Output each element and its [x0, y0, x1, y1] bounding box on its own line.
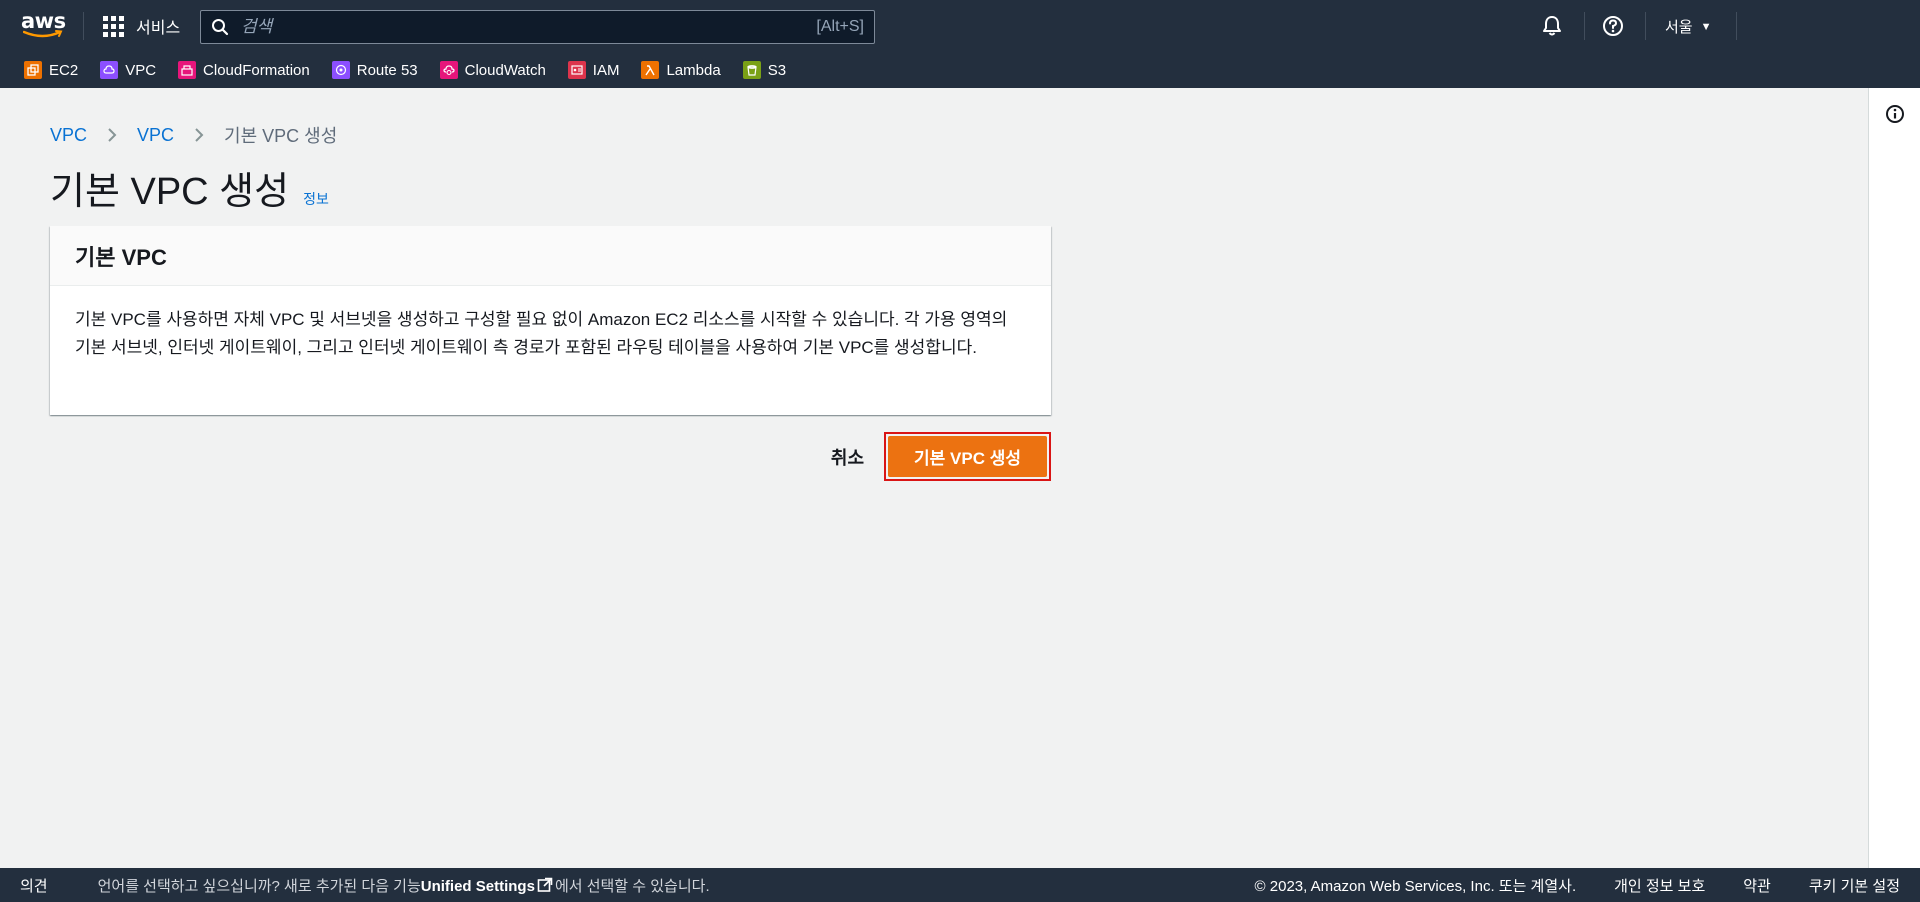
grid-icon	[103, 15, 124, 37]
search-box[interactable]: [Alt+S]	[200, 10, 875, 44]
info-panel-button[interactable]	[1885, 104, 1905, 129]
favorite-label: VPC	[125, 61, 157, 79]
create-default-vpc-button[interactable]: 기본 VPC 생성	[888, 436, 1047, 477]
cookie-preferences-link[interactable]: 쿠키 기본 설정	[1809, 875, 1900, 896]
aws-logo[interactable]: aws	[21, 9, 66, 41]
panel-description: 기본 VPC를 사용하면 자체 VPC 및 서브넷을 생성하고 구성할 필요 없…	[75, 310, 1008, 357]
unified-settings-link[interactable]: Unified Settings	[421, 878, 535, 895]
services-label: 서비스	[136, 20, 181, 37]
info-icon	[1886, 105, 1904, 123]
bell-icon	[1543, 16, 1561, 36]
nav-divider	[83, 12, 84, 40]
region-label: 서울	[1665, 19, 1693, 36]
page-title: 기본 VPC 생성 정보	[50, 160, 329, 215]
panel-header: 기본 VPC	[50, 226, 1051, 286]
favorite-ec2[interactable]: EC2	[24, 61, 78, 79]
info-link[interactable]: 정보	[303, 189, 329, 209]
favorite-label: CloudFormation	[203, 61, 310, 79]
favorites-bar: EC2 VPC CloudFormation Route 53 CloudWat…	[0, 56, 808, 84]
help-icon	[1603, 16, 1623, 36]
caret-down-icon: ▼	[1700, 20, 1712, 33]
nav-divider	[1584, 12, 1585, 40]
search-icon	[212, 19, 229, 36]
breadcrumb-vpc-root[interactable]: VPC	[50, 125, 87, 146]
favorite-vpc[interactable]: VPC	[100, 61, 156, 79]
aws-logo-text: aws	[21, 9, 66, 33]
form-actions: 취소 기본 VPC 생성	[831, 432, 1051, 481]
favorite-route53[interactable]: Route 53	[331, 61, 418, 79]
notifications-button[interactable]	[1540, 14, 1564, 38]
favorite-lambda[interactable]: Lambda	[641, 61, 721, 79]
privacy-link[interactable]: 개인 정보 보호	[1614, 875, 1705, 896]
language-notice-prefix: 언어를 선택하고 싶으십니까? 새로 추가된 다음 기능	[97, 877, 421, 895]
terms-link[interactable]: 약관	[1743, 875, 1771, 896]
feedback-link[interactable]: 의견	[20, 875, 48, 896]
nav-divider	[1736, 12, 1737, 40]
default-vpc-panel: 기본 VPC 기본 VPC를 사용하면 자체 VPC 및 서브넷을 생성하고 구…	[50, 226, 1051, 415]
breadcrumb-vpc[interactable]: VPC	[137, 125, 174, 146]
language-notice-suffix: 에서 선택할 수 있습니다.	[554, 877, 710, 895]
breadcrumb-current: 기본 VPC 생성	[224, 126, 338, 146]
aws-smile-icon	[23, 30, 63, 38]
primary-button-highlight: 기본 VPC 생성	[884, 432, 1051, 481]
footer: 의견 언어를 선택하고 싶으십니까? 새로 추가된 다음 기능Unified S…	[0, 868, 1920, 902]
footer-links: © 2023, Amazon Web Services, Inc. 또는 계열사…	[1217, 875, 1900, 896]
chevron-right-icon	[107, 127, 117, 143]
language-notice: 언어를 선택하고 싶으십니까? 새로 추가된 다음 기능Unified Sett…	[98, 875, 710, 896]
favorite-label: Lambda	[666, 61, 721, 79]
help-button[interactable]	[1601, 14, 1625, 38]
breadcrumb: VPC VPC 기본 VPC 생성	[50, 122, 337, 148]
top-navigation: aws 서비스 [Alt+S]	[0, 0, 1920, 88]
services-menu-button[interactable]: 서비스	[103, 14, 180, 38]
region-selector[interactable]: 서울 ▼	[1665, 16, 1712, 37]
favorite-label: EC2	[49, 61, 79, 79]
cloudwatch-icon	[439, 61, 458, 79]
cloudformation-icon	[178, 61, 197, 79]
chevron-right-icon	[194, 127, 204, 143]
search-input[interactable]	[241, 17, 817, 37]
favorite-cloudformation[interactable]: CloudFormation	[178, 61, 310, 79]
top-bar: aws 서비스 [Alt+S]	[0, 0, 1920, 52]
s3-icon	[742, 61, 761, 79]
ec2-icon	[24, 61, 42, 79]
lambda-icon	[641, 61, 660, 79]
nav-divider	[1645, 12, 1646, 40]
favorite-label: CloudWatch	[464, 61, 546, 79]
favorite-label: Route 53	[356, 61, 418, 79]
favorite-label: IAM	[592, 61, 620, 79]
vpc-icon	[100, 61, 119, 79]
favorite-iam[interactable]: IAM	[567, 61, 620, 79]
favorite-s3[interactable]: S3	[742, 61, 787, 79]
route53-icon	[331, 61, 350, 79]
favorite-cloudwatch[interactable]: CloudWatch	[439, 61, 546, 79]
favorite-label: S3	[767, 61, 787, 79]
search-shortcut: [Alt+S]	[816, 18, 864, 35]
tools-panel	[1868, 88, 1920, 868]
copyright: © 2023, Amazon Web Services, Inc. 또는 계열사…	[1254, 877, 1577, 895]
external-link-icon	[537, 877, 553, 892]
page-title-text: 기본 VPC 생성	[50, 171, 290, 213]
iam-icon	[567, 61, 586, 79]
cancel-button[interactable]: 취소	[831, 444, 864, 470]
